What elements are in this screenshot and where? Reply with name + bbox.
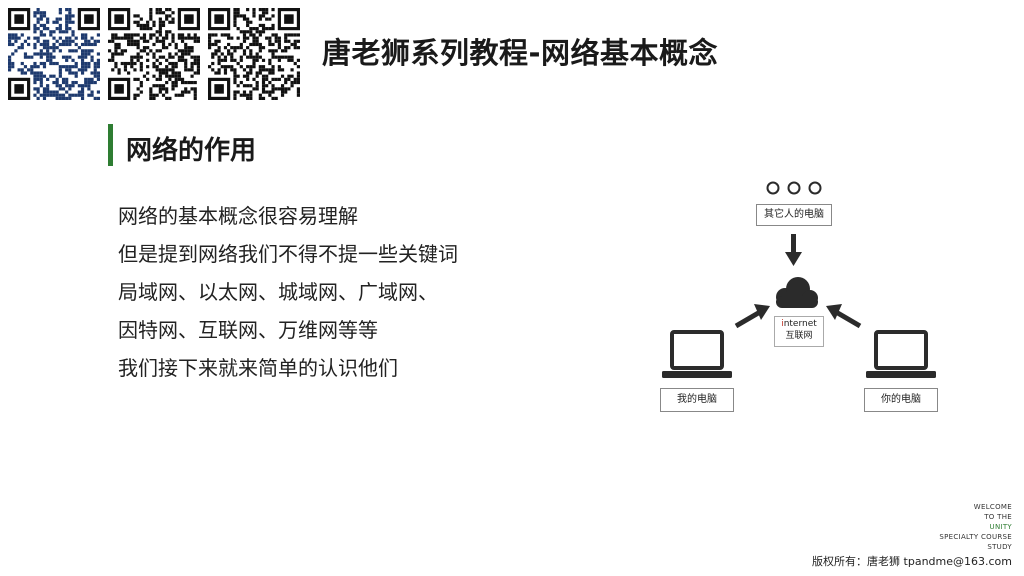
laptop-icon-right <box>866 330 936 378</box>
content-line: 因特网、互联网、万维网等等 <box>118 318 378 342</box>
others-computer-label: 其它人的电脑 <box>756 204 832 226</box>
study-badge: WELCOME TO THE UNITY SPECIALTY COURSE ST… <box>939 502 1012 552</box>
section-title: 网络的作用 <box>126 136 257 166</box>
copyright-text: 版权所有：唐老狮 tpandme@163.com <box>812 555 1012 568</box>
section-accent-bar <box>108 124 113 166</box>
my-computer-label: 我的电脑 <box>660 388 734 412</box>
study-line: WELCOME <box>973 503 1012 511</box>
study-line: TO THE <box>984 513 1012 521</box>
content-line: 局域网、以太网、城域网、广域网、 <box>118 280 438 304</box>
internet-rest: nternet <box>783 319 817 329</box>
content-line: 但是提到网络我们不得不提一些关键词 <box>118 242 458 266</box>
internet-cn: 互联网 <box>785 331 813 341</box>
cloud-icon <box>776 277 818 308</box>
page-title: 唐老狮系列教程-网络基本概念 <box>322 36 719 70</box>
qr-code-2 <box>108 8 200 100</box>
internet-label: internet 互联网 <box>774 316 824 347</box>
study-line: SPECIALTY COURSE <box>939 533 1012 541</box>
content-line: 我们接下来就来简单的认识他们 <box>118 356 398 380</box>
study-line: STUDY <box>987 543 1012 551</box>
arrow-upleft-icon <box>826 304 862 329</box>
content-list: 网络的基本概念很容易理解 但是提到网络我们不得不提一些关键词 局域网、以太网、城… <box>118 197 458 387</box>
network-diagram: 其它人的电脑 internet 互联网 我的电脑 你的电脑 <box>640 170 960 430</box>
study-line: UNITY <box>989 523 1012 531</box>
arrow-down-icon <box>785 234 802 266</box>
qr-code-3 <box>208 8 300 100</box>
arrow-upright-icon <box>734 304 770 329</box>
content-line: 网络的基本概念很容易理解 <box>118 204 358 228</box>
qr-code-1 <box>8 8 100 100</box>
laptop-icon-left <box>662 330 732 378</box>
your-computer-label: 你的电脑 <box>864 388 938 412</box>
dots-icon <box>766 181 822 195</box>
